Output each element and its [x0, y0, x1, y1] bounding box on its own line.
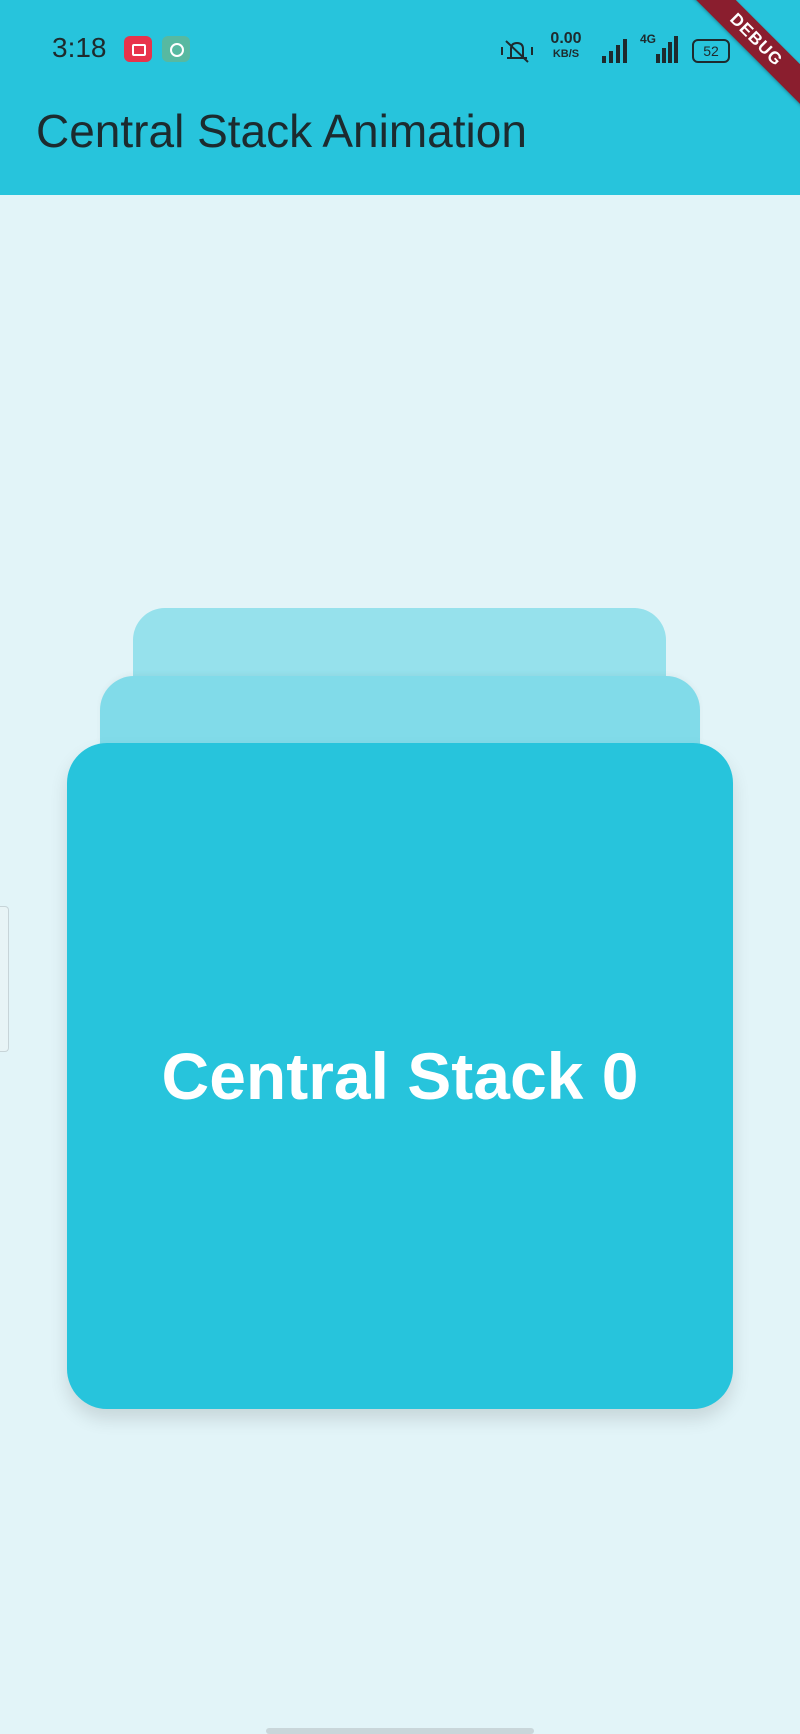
signal-icon [602, 39, 627, 63]
page-title: Central Stack Animation [36, 105, 527, 157]
side-edge-handle[interactable] [0, 906, 9, 1052]
net-speed: 0.00 KB/S [546, 30, 586, 60]
net-speed-unit: KB/S [552, 48, 580, 60]
stack-card-front[interactable]: Central Stack 0 [67, 743, 733, 1409]
battery-icon: 52 [692, 39, 730, 63]
signal-4g-icon: 4G [640, 32, 680, 64]
net-speed-value: 0.00 [550, 30, 582, 47]
system-status-icons: 0.00 KB/S 4G 52 [500, 30, 730, 70]
app-bar: 3:18 0.00 KB/S 4G 52 DEBUG Central Stack… [0, 0, 800, 195]
battery-level: 52 [703, 43, 719, 59]
status-time: 3:18 [52, 32, 107, 63]
card-label: Central Stack 0 [161, 1039, 639, 1113]
chat-bubble-icon [162, 36, 190, 62]
home-indicator[interactable] [266, 1728, 534, 1734]
status-bar: 3:18 0.00 KB/S 4G 52 [0, 0, 800, 96]
screen-record-icon [124, 36, 152, 62]
mute-icon [501, 40, 533, 63]
